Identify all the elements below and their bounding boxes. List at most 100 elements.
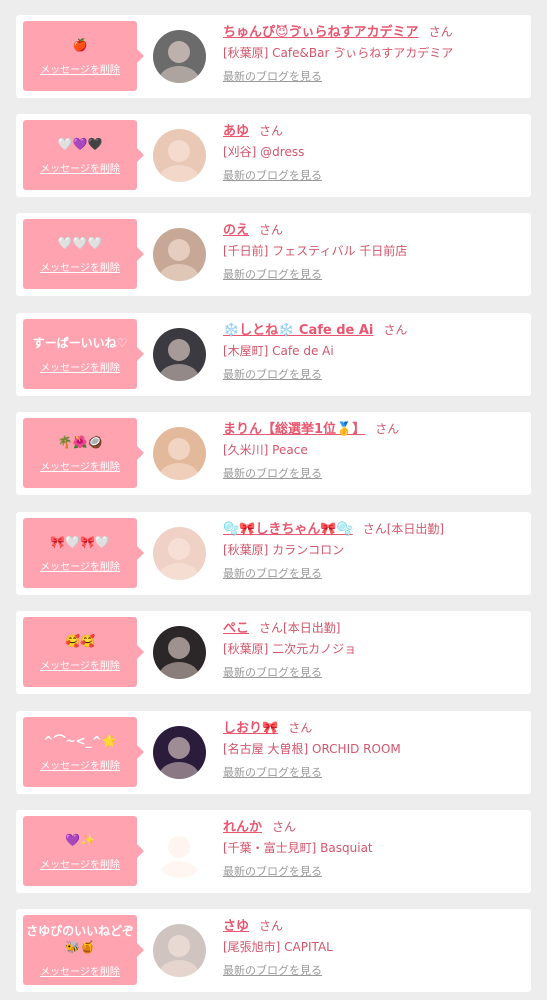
- profile-photo: [153, 726, 206, 779]
- message-text: 💜✨: [65, 832, 95, 847]
- honorific-suffix: さん: [428, 25, 453, 39]
- delete-message-link[interactable]: メッセージを削除: [40, 657, 120, 672]
- favorite-card: ^⌒~<_^🌟 メッセージを削除 しおり🎀 さん [名古屋 大曽根] ORCHID…: [16, 711, 531, 794]
- shop-name: [千葉・富士見町] Basquiat: [223, 841, 373, 855]
- shop-name: [刈谷] @dress: [223, 145, 305, 159]
- avatar[interactable]: [153, 228, 206, 281]
- delete-message-link[interactable]: メッセージを削除: [40, 856, 120, 871]
- shop-name: [名古屋 大曽根] ORCHID ROOM: [223, 742, 401, 756]
- latest-blog-link[interactable]: 最新のブログを見る: [223, 465, 322, 481]
- profile-photo: [153, 924, 206, 977]
- profile-photo: [153, 825, 206, 878]
- cast-info: さゆ さん [尾張旭市] CAPITAL 最新のブログを見る: [223, 915, 528, 978]
- cast-info: あゆ さん [刈谷] @dress 最新のブログを見る: [223, 120, 528, 183]
- message-text: すーぱーいいね♡: [32, 335, 128, 350]
- message-bubble: 🌴🌺🥥 メッセージを削除: [23, 418, 144, 488]
- cast-info: のえ さん [千日前] フェスティバル 千日前店 最新のブログを見る: [223, 219, 528, 282]
- honorific-suffix: さん: [259, 919, 284, 933]
- cast-name-link[interactable]: れんか: [223, 820, 262, 835]
- honorific-suffix: さん: [288, 721, 313, 735]
- shop-name: [秋葉原] カランコロン: [223, 543, 345, 557]
- cast-name-link[interactable]: のえ: [223, 223, 249, 238]
- shop-name: [千日前] フェスティバル 千日前店: [223, 244, 408, 258]
- message-bubble: 🍎 メッセージを削除: [23, 21, 144, 91]
- message-bubble: ^⌒~<_^🌟 メッセージを削除: [23, 717, 144, 787]
- avatar[interactable]: [153, 129, 206, 182]
- message-text: 🍎: [72, 37, 88, 52]
- message-bubble: 🎀🤍🎀🤍 メッセージを削除: [23, 518, 144, 588]
- cast-name-link[interactable]: ❄️しとね❄️ Cafe de Ai: [223, 323, 373, 338]
- latest-blog-link[interactable]: 最新のブログを見る: [223, 266, 322, 282]
- honorific-suffix: さん: [259, 124, 284, 138]
- cast-name-link[interactable]: あゆ: [223, 124, 249, 139]
- favorite-card: 🌴🌺🥥 メッセージを削除 まりん【総選挙1位🥇】 さん [久米川] Peace 最…: [16, 412, 531, 495]
- honorific-suffix: さん: [272, 820, 297, 834]
- latest-blog-link[interactable]: 最新のブログを見る: [223, 366, 322, 382]
- profile-photo: [153, 129, 206, 182]
- card-list: 🍎 メッセージを削除 ちゅんぴ😈ゔぃらねすアカデミア さん [秋葉原] Cafe&…: [0, 0, 547, 1000]
- latest-blog-link[interactable]: 最新のブログを見る: [223, 664, 322, 680]
- cast-name-link[interactable]: 🫧🎀しきちゃん🎀🫧: [223, 522, 353, 537]
- profile-photo: [153, 427, 206, 480]
- favorite-card: 🎀🤍🎀🤍 メッセージを削除 🫧🎀しきちゃん🎀🫧 さん[本日出勤] [秋葉原] カラ…: [16, 512, 531, 595]
- delete-message-link[interactable]: メッセージを削除: [40, 963, 120, 978]
- delete-message-link[interactable]: メッセージを削除: [40, 61, 120, 76]
- avatar[interactable]: [153, 527, 206, 580]
- latest-blog-link[interactable]: 最新のブログを見る: [223, 167, 322, 183]
- delete-message-link[interactable]: メッセージを削除: [40, 359, 120, 374]
- message-text: 🌴🌺🥥: [57, 434, 103, 449]
- honorific-suffix: さん[本日出勤]: [362, 522, 445, 536]
- latest-blog-link[interactable]: 最新のブログを見る: [223, 863, 322, 879]
- profile-photo: [153, 228, 206, 281]
- shop-name: [秋葉原] Cafe&Bar ゔぃらねすアカデミア: [223, 46, 454, 60]
- shop-name: [尾張旭市] CAPITAL: [223, 940, 333, 954]
- avatar[interactable]: [153, 825, 206, 878]
- delete-message-link[interactable]: メッセージを削除: [40, 160, 120, 175]
- message-bubble: 🥰🥰 メッセージを削除: [23, 617, 144, 687]
- avatar[interactable]: [153, 427, 206, 480]
- latest-blog-link[interactable]: 最新のブログを見る: [223, 68, 322, 84]
- avatar[interactable]: [153, 30, 206, 83]
- cast-name-link[interactable]: まりん【総選挙1位🥇】: [223, 422, 365, 437]
- favorite-card: 🥰🥰 メッセージを削除 ぺこ さん[本日出勤] [秋葉原] 二次元カノジョ 最新の…: [16, 611, 531, 694]
- cast-info: しおり🎀 さん [名古屋 大曽根] ORCHID ROOM 最新のブログを見る: [223, 717, 528, 780]
- profile-photo: [153, 626, 206, 679]
- latest-blog-link[interactable]: 最新のブログを見る: [223, 565, 322, 581]
- favorite-card: 💜✨ メッセージを削除 れんか さん [千葉・富士見町] Basquiat 最新の…: [16, 810, 531, 893]
- message-text: 🥰🥰: [65, 633, 95, 648]
- cast-name-link[interactable]: ぺこ: [223, 621, 249, 636]
- delete-message-link[interactable]: メッセージを削除: [40, 458, 120, 473]
- cast-name-link[interactable]: さゆ: [223, 919, 249, 934]
- delete-message-link[interactable]: メッセージを削除: [40, 757, 120, 772]
- message-bubble: 🤍💜🖤 メッセージを削除: [23, 120, 144, 190]
- honorific-suffix: さん: [375, 422, 400, 436]
- delete-message-link[interactable]: メッセージを削除: [40, 259, 120, 274]
- profile-photo: [153, 527, 206, 580]
- latest-blog-link[interactable]: 最新のブログを見る: [223, 962, 322, 978]
- honorific-suffix: さん: [259, 223, 284, 237]
- message-text: さゆぴのいいねどぞ🐝🍯: [26, 923, 134, 954]
- shop-name: [秋葉原] 二次元カノジョ: [223, 642, 357, 656]
- message-text: 🤍💜🖤: [57, 136, 103, 151]
- profile-photo: [153, 30, 206, 83]
- latest-blog-link[interactable]: 最新のブログを見る: [223, 764, 322, 780]
- favorite-card: 🤍🤍🤍 メッセージを削除 のえ さん [千日前] フェスティバル 千日前店 最新の…: [16, 213, 531, 296]
- avatar[interactable]: [153, 626, 206, 679]
- honorific-suffix: さん[本日出勤]: [259, 621, 341, 635]
- cast-info: まりん【総選挙1位🥇】 さん [久米川] Peace 最新のブログを見る: [223, 418, 528, 481]
- avatar[interactable]: [153, 924, 206, 977]
- cast-name-link[interactable]: ちゅんぴ😈ゔぃらねすアカデミア: [223, 25, 419, 40]
- message-text: ^⌒~<_^🌟: [43, 733, 117, 748]
- honorific-suffix: さん: [383, 323, 408, 337]
- cast-info: 🫧🎀しきちゃん🎀🫧 さん[本日出勤] [秋葉原] カランコロン 最新のブログを見る: [223, 518, 528, 581]
- avatar[interactable]: [153, 328, 206, 381]
- message-text: 🎀🤍🎀🤍: [50, 534, 110, 549]
- message-bubble: 🤍🤍🤍 メッセージを削除: [23, 219, 144, 289]
- shop-name: [木屋町] Cafe de Ai: [223, 344, 334, 358]
- delete-message-link[interactable]: メッセージを削除: [40, 558, 120, 573]
- message-bubble: すーぱーいいね♡ メッセージを削除: [23, 319, 144, 389]
- cast-info: ぺこ さん[本日出勤] [秋葉原] 二次元カノジョ 最新のブログを見る: [223, 617, 528, 680]
- avatar[interactable]: [153, 726, 206, 779]
- favorite-card: さゆぴのいいねどぞ🐝🍯 メッセージを削除 さゆ さん [尾張旭市] CAPITAL…: [16, 909, 531, 992]
- cast-name-link[interactable]: しおり🎀: [223, 721, 278, 736]
